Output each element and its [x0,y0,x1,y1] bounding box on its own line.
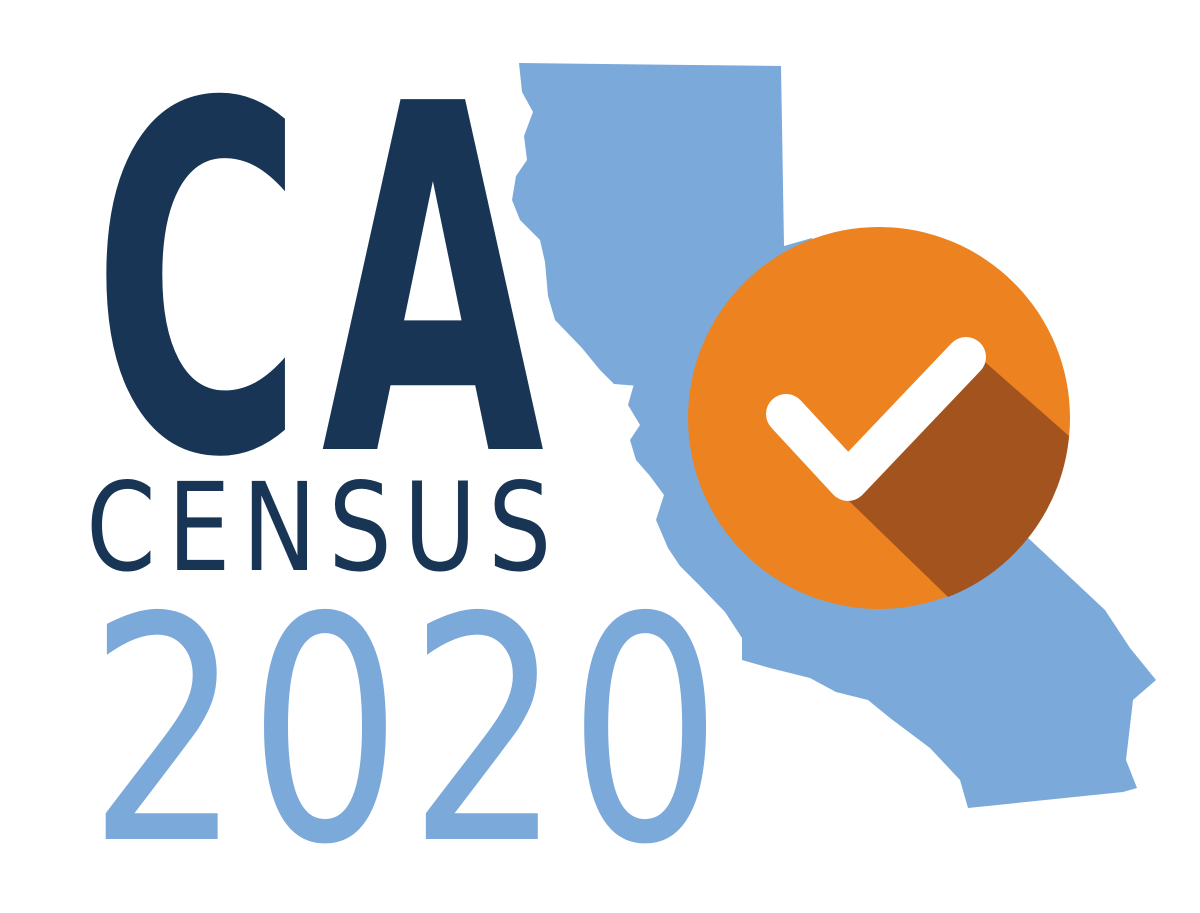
logo-ca-text: CA [92,4,563,563]
ca-census-2020-logo: CA CENSUS 2020 [0,0,1200,902]
logo-year-text: 2020 [88,552,729,913]
